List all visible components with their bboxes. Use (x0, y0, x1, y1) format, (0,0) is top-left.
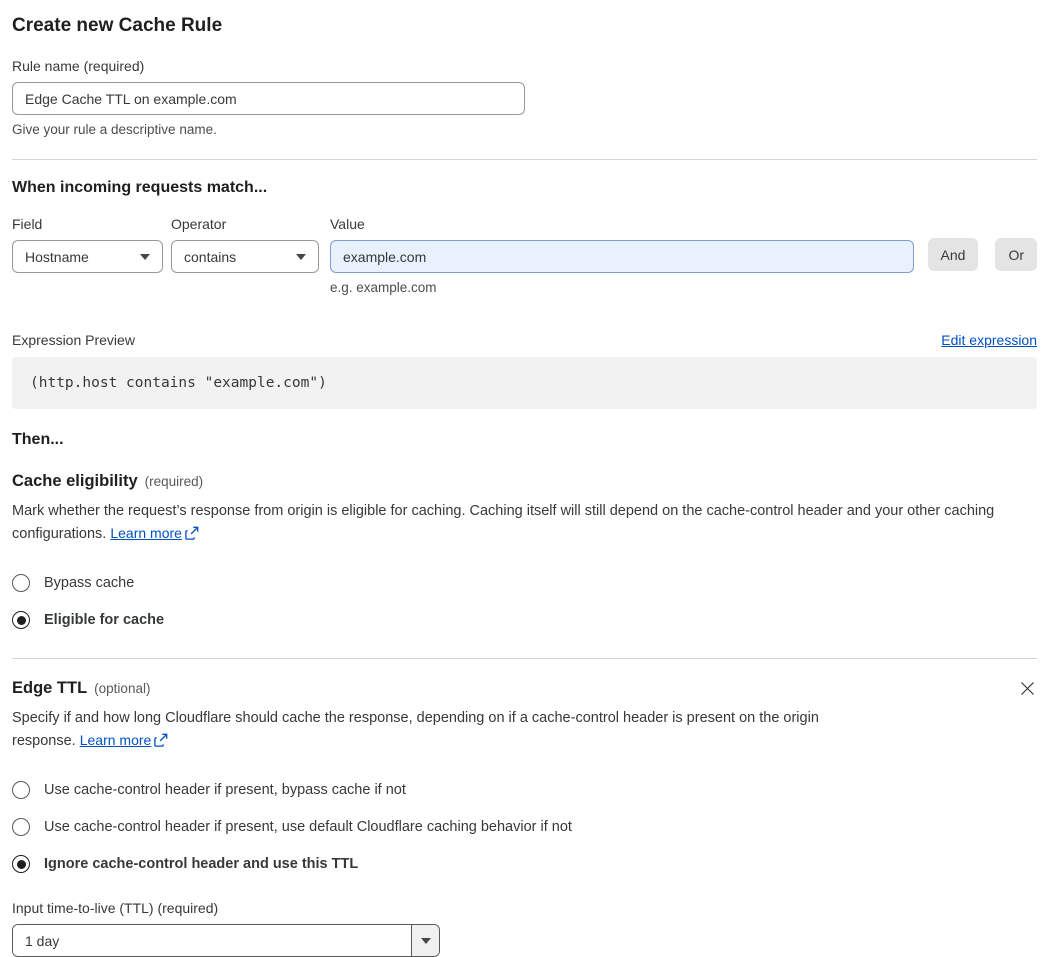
value-input[interactable] (330, 240, 914, 273)
ttl-input-label: Input time-to-live (TTL) (required) (12, 900, 219, 916)
edge-ttl-qualifier: (optional) (94, 681, 151, 696)
rule-name-label: Rule name (required) (12, 58, 145, 74)
field-select-value: Hostname (25, 248, 89, 265)
then-heading: Then... (12, 431, 64, 448)
create-cache-rule-form: Create new Cache Rule Rule name (require… (0, 0, 1058, 957)
radio-option-use-header-bypass[interactable]: Use cache-control header if present, byp… (12, 781, 1037, 799)
rule-name-input[interactable] (12, 82, 525, 115)
or-button[interactable]: Or (995, 238, 1037, 271)
ttl-combobox (12, 924, 440, 957)
and-button[interactable]: And (927, 238, 979, 271)
radio-option-label: Use cache-control header if present, byp… (44, 782, 406, 798)
radio-option-use-header-default[interactable]: Use cache-control header if present, use… (12, 818, 1037, 836)
match-expression-row: Field Hostname Operator contains Value e… (12, 216, 1037, 295)
cache-eligibility-qualifier: (required) (144, 474, 204, 489)
expression-preview-code: (http.host contains "example.com") (12, 357, 1037, 409)
rule-name-section: Rule name (required) Give your rule a de… (12, 58, 1037, 137)
divider (12, 658, 1037, 659)
close-icon[interactable] (1018, 679, 1037, 698)
ttl-input[interactable] (13, 925, 411, 956)
expression-preview-label: Expression Preview (12, 332, 135, 348)
value-helper: e.g. example.com (330, 280, 437, 295)
operator-column: Operator contains (171, 216, 319, 273)
external-link-icon (154, 733, 168, 755)
edge-ttl-learn-more-link[interactable]: Learn more (80, 732, 152, 748)
condition-buttons: And Or (927, 216, 1037, 271)
radio-option-ignore-header-use-ttl[interactable]: Ignore cache-control header and use this… (12, 855, 1037, 873)
cache-eligibility-title: Cache eligibility (12, 472, 138, 490)
operator-select-value: contains (184, 248, 237, 265)
radio-option-label: Use cache-control header if present, use… (44, 819, 572, 835)
match-section-heading: When incoming requests match... (12, 179, 268, 196)
cache-eligibility-description: Mark whether the request’s response from… (12, 501, 1037, 547)
ttl-dropdown-button[interactable] (411, 925, 439, 956)
radio-option-label: Bypass cache (44, 575, 135, 591)
radio-option-bypass-cache[interactable]: Bypass cache (12, 574, 1037, 592)
edit-expression-link[interactable]: Edit expression (941, 332, 1037, 348)
radio-icon[interactable] (12, 818, 30, 836)
radio-option-label: Ignore cache-control header and use this… (44, 856, 359, 872)
edge-ttl-heading: Edge TTL (optional) (12, 679, 150, 698)
radio-icon[interactable] (12, 611, 30, 629)
edge-ttl-title: Edge TTL (12, 679, 88, 697)
expression-preview-row: Expression Preview Edit expression (12, 332, 1037, 348)
value-label: Value (330, 216, 365, 232)
field-label: Field (12, 216, 43, 232)
rule-name-helper: Give your rule a descriptive name. (12, 122, 217, 137)
chevron-down-icon (140, 253, 150, 260)
field-column: Field Hostname (12, 216, 163, 273)
chevron-down-icon (420, 937, 431, 944)
field-select[interactable]: Hostname (12, 240, 163, 273)
radio-option-label: Eligible for cache (44, 612, 165, 628)
radio-option-eligible-for-cache[interactable]: Eligible for cache (12, 611, 1037, 629)
chevron-down-icon (296, 253, 306, 260)
operator-select[interactable]: contains (171, 240, 319, 273)
edge-ttl-description: Specify if and how long Cloudflare shoul… (12, 708, 844, 754)
radio-icon[interactable] (12, 574, 30, 592)
edge-ttl-header: Edge TTL (optional) (12, 679, 1037, 698)
radio-icon[interactable] (12, 855, 30, 873)
external-link-icon (185, 526, 199, 548)
cache-eligibility-heading: Cache eligibility (required) (12, 472, 1037, 491)
value-column: Value e.g. example.com (330, 216, 914, 295)
operator-label: Operator (171, 216, 227, 232)
cache-eligibility-learn-more-link[interactable]: Learn more (110, 525, 182, 541)
radio-icon[interactable] (12, 781, 30, 799)
page-title: Create new Cache Rule (12, 15, 223, 36)
divider (12, 159, 1037, 160)
